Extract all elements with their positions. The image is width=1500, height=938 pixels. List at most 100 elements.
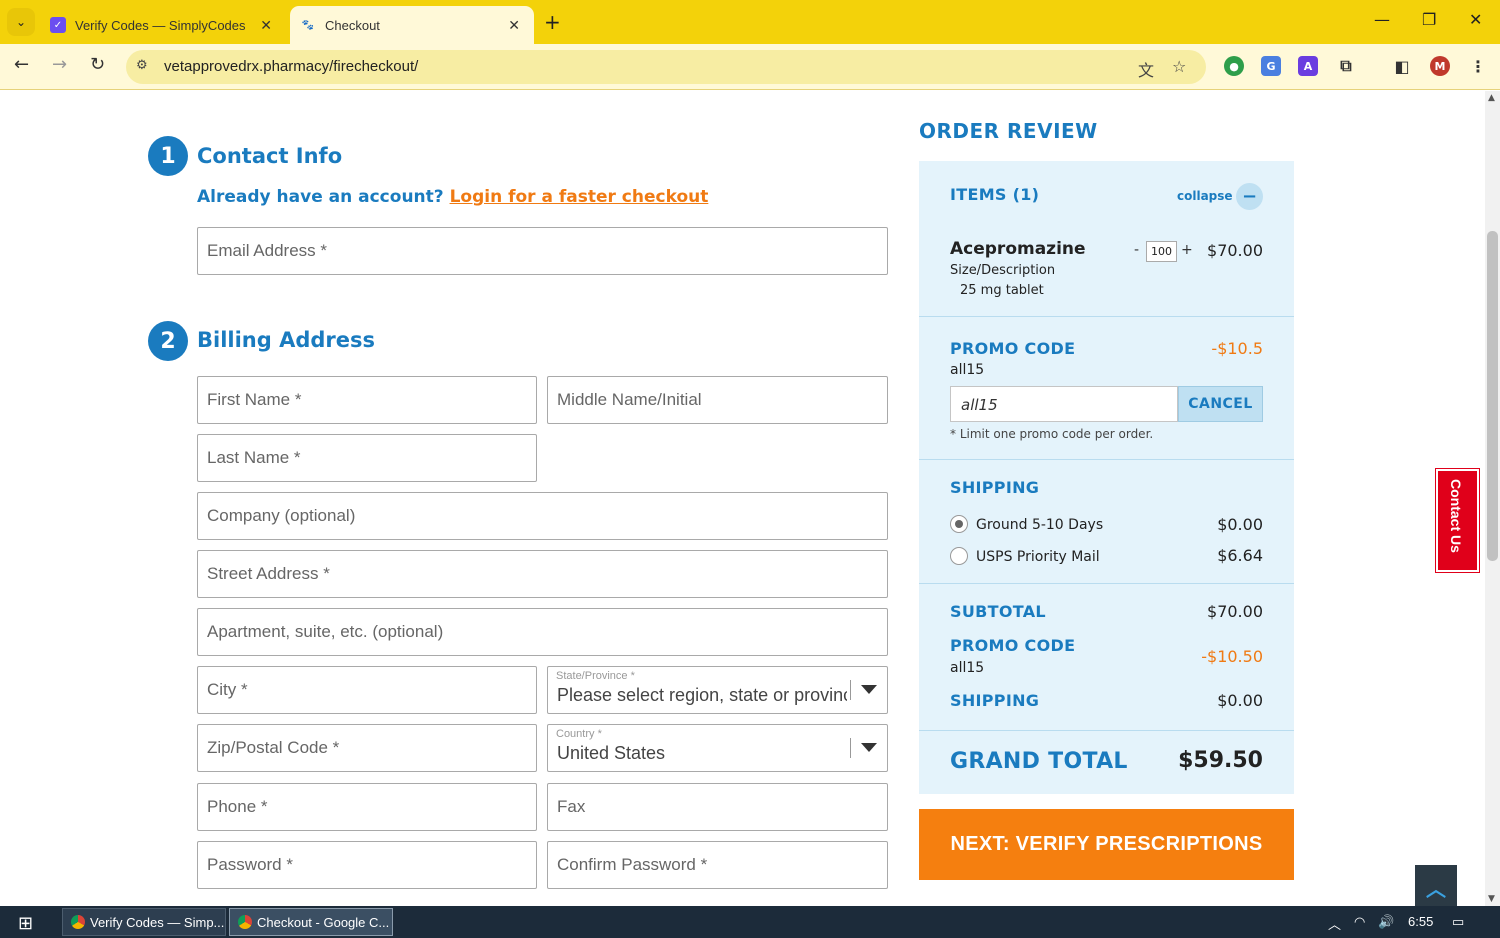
items-label: ITEMS (1): [950, 185, 1040, 204]
side-panel-icon[interactable]: ◧: [1392, 56, 1412, 76]
subtotal-label: SUBTOTAL: [950, 602, 1046, 621]
email-field[interactable]: Email Address *: [197, 227, 888, 275]
apartment-placeholder: Apartment, suite, etc. (optional): [207, 622, 444, 641]
notifications-icon[interactable]: ▭: [1452, 914, 1464, 930]
tab-title: Verify Codes — SimplyCodes: [75, 17, 246, 33]
company-field[interactable]: Company (optional): [197, 492, 888, 540]
checkout-page: 1 Contact Info Already have an account? …: [0, 91, 1485, 906]
phone-field[interactable]: Phone *: [197, 783, 537, 831]
item-price: $70.00: [1207, 241, 1263, 260]
restore-icon[interactable]: ❐: [1422, 10, 1436, 29]
volume-icon[interactable]: 🔊: [1378, 914, 1394, 930]
promo-discount: -$10.5: [1211, 339, 1263, 358]
page-scrollbar[interactable]: ▲ ▼: [1485, 91, 1500, 906]
chevron-down-icon: [861, 685, 877, 694]
start-menu-icon[interactable]: ⊞: [18, 913, 33, 934]
taskbar-item-checkout[interactable]: Checkout - Google C...: [229, 908, 393, 936]
scroll-down-icon[interactable]: ▼: [1488, 894, 1495, 904]
street-address-field[interactable]: Street Address *: [197, 550, 888, 598]
shipping-price-ground: $0.00: [1217, 515, 1263, 534]
close-tab-icon[interactable]: ✕: [508, 17, 520, 34]
tab-search-button[interactable]: ⌄: [7, 8, 35, 36]
back-icon[interactable]: ←: [14, 54, 29, 75]
step-number-2: 2: [148, 321, 188, 361]
state-select[interactable]: State/Province * Please select region, s…: [547, 666, 888, 714]
bookmark-star-icon[interactable]: ☆: [1172, 57, 1186, 76]
company-placeholder: Company (optional): [207, 506, 356, 525]
taskbar-item-label: Verify Codes — Simp...: [90, 914, 225, 930]
middle-name-placeholder: Middle Name/Initial: [557, 390, 702, 409]
shipping-radio-ground[interactable]: [950, 515, 968, 533]
tray-chevron-icon[interactable]: ︿: [1328, 914, 1341, 933]
phone-placeholder: Phone *: [207, 797, 268, 816]
minimize-icon[interactable]: —: [1374, 10, 1390, 29]
chrome-icon: [238, 915, 252, 929]
extensions-puzzle-icon[interactable]: ⧉: [1336, 56, 1356, 76]
totals-promo-code: all15: [950, 660, 985, 676]
wifi-icon[interactable]: ◠: [1354, 914, 1365, 930]
taskbar-item-verify-codes[interactable]: Verify Codes — Simp...: [62, 908, 226, 936]
shipping-option-ground: Ground 5-10 Days: [976, 517, 1104, 533]
grand-total-label: GRAND TOTAL: [950, 749, 1128, 774]
reload-icon[interactable]: ↻: [90, 54, 105, 75]
scrollbar-thumb[interactable]: [1487, 231, 1498, 561]
qty-decrease-button[interactable]: -: [1134, 242, 1139, 258]
window-close-icon[interactable]: ✕: [1469, 10, 1482, 29]
forward-icon[interactable]: →: [52, 54, 67, 75]
confirm-password-placeholder: Confirm Password *: [557, 855, 708, 874]
grand-total-value: $59.50: [1178, 748, 1263, 773]
step-number-1: 1: [148, 136, 188, 176]
middle-name-field[interactable]: Middle Name/Initial: [547, 376, 888, 424]
apartment-field[interactable]: Apartment, suite, etc. (optional): [197, 608, 888, 656]
clock[interactable]: 6:55: [1408, 914, 1433, 929]
address-bar[interactable]: ⚙ vetapprovedrx.pharmacy/firecheckout/ 文…: [126, 50, 1206, 84]
last-name-field[interactable]: Last Name *: [197, 434, 537, 482]
password-field[interactable]: Password *: [197, 841, 537, 889]
promo-input-value: all15: [961, 396, 998, 414]
totals-promo-amount: -$10.50: [1201, 647, 1263, 666]
zip-field[interactable]: Zip/Postal Code *: [197, 724, 537, 772]
contact-us-label: Contact Us: [1448, 479, 1464, 553]
profile-avatar[interactable]: M: [1430, 56, 1450, 76]
collapse-link[interactable]: collapse: [1177, 189, 1233, 203]
totals-shipping-label: SHIPPING: [950, 691, 1040, 710]
scroll-up-icon[interactable]: ▲: [1488, 93, 1495, 103]
city-field[interactable]: City *: [197, 666, 537, 714]
first-name-field[interactable]: First Name *: [197, 376, 537, 424]
extension-a-icon[interactable]: A: [1298, 56, 1318, 76]
new-tab-icon[interactable]: +: [544, 10, 561, 34]
state-label: State/Province *: [556, 670, 635, 682]
close-tab-icon[interactable]: ✕: [260, 17, 272, 34]
totals-shipping-value: $0.00: [1217, 691, 1263, 710]
contact-us-tab[interactable]: Contact Us: [1435, 468, 1480, 573]
tab-verify-codes[interactable]: ✓ Verify Codes — SimplyCodes ✕: [42, 6, 286, 44]
site-info-icon[interactable]: ⚙: [136, 58, 148, 73]
country-select[interactable]: Country * United States: [547, 724, 888, 772]
password-placeholder: Password *: [207, 855, 293, 874]
quantity-input[interactable]: 100: [1146, 241, 1177, 262]
promo-code-input[interactable]: all15: [950, 386, 1178, 422]
promo-note: * Limit one promo code per order.: [950, 427, 1154, 441]
extension-green-icon[interactable]: ●: [1224, 56, 1244, 76]
tab-checkout[interactable]: 🐾 Checkout ✕: [290, 6, 534, 44]
browser-menu-icon[interactable]: ⋮: [1468, 56, 1488, 76]
select-divider: [850, 680, 851, 700]
chrome-icon: [71, 915, 85, 929]
collapse-minus-icon[interactable]: −: [1236, 183, 1263, 210]
shipping-label: SHIPPING: [950, 478, 1040, 497]
cancel-promo-button[interactable]: CANCEL: [1178, 386, 1263, 422]
login-link[interactable]: Login for a faster checkout: [450, 187, 709, 207]
scroll-to-top-icon[interactable]: ︿: [1415, 865, 1457, 906]
confirm-password-field[interactable]: Confirm Password *: [547, 841, 888, 889]
street-placeholder: Street Address *: [207, 564, 330, 583]
extension-translate-icon[interactable]: G: [1261, 56, 1281, 76]
fax-field[interactable]: Fax: [547, 783, 888, 831]
order-review-heading: ORDER REVIEW: [919, 119, 1098, 143]
shipping-radio-usps[interactable]: [950, 547, 968, 565]
last-name-placeholder: Last Name *: [207, 448, 301, 467]
totals-promo-label: PROMO CODE: [950, 636, 1076, 655]
translate-icon[interactable]: 文: [1138, 57, 1154, 81]
next-verify-prescriptions-button[interactable]: NEXT: VERIFY PRESCRIPTIONS: [919, 809, 1294, 880]
promo-label: PROMO CODE: [950, 339, 1076, 358]
zip-placeholder: Zip/Postal Code *: [207, 738, 340, 757]
